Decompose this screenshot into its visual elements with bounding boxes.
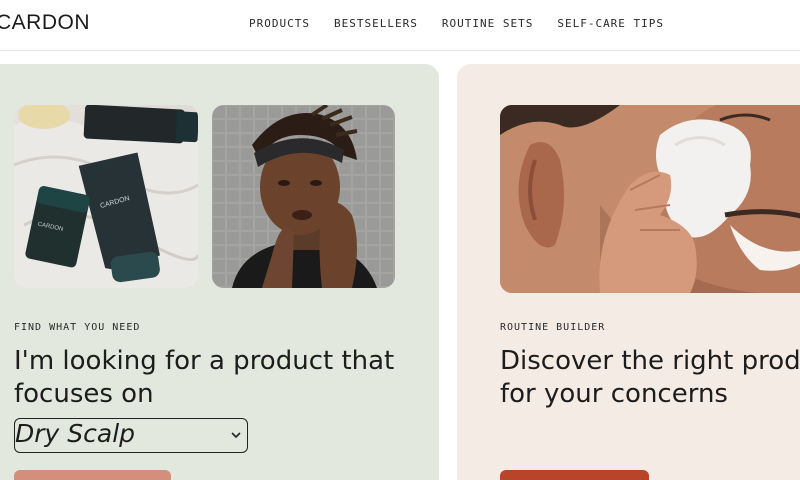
finder-headline-line2: focuses on [14,379,154,409]
nav-item-bestsellers[interactable]: BESTSELLERS [334,17,418,30]
builder-headline-line2: for your concerns [500,379,728,409]
finder-headline-line1: I'm looking for a product that [14,346,395,376]
brand-logo[interactable]: CARDON [0,11,90,35]
nav-item-products[interactable]: PRODUCTS [249,17,310,30]
finder-eyebrow: FIND WHAT YOU NEED [14,322,141,333]
man-shaving-image [500,105,800,293]
nav-item-routine-sets[interactable]: ROUTINE SETS [442,17,533,30]
builder-eyebrow: ROUTINE BUILDER [500,322,606,333]
builder-headline-line1: Discover the right products [500,346,800,376]
start-routine-button[interactable] [500,470,649,480]
routine-builder-card: ROUTINE BUILDER Discover the right produ… [457,64,800,480]
man-applying-product-image [212,105,395,288]
products-image: CARDON CARDON [14,105,198,288]
nav-item-self-care-tips[interactable]: SELF-CARE TIPS [557,17,664,30]
main-nav: PRODUCTS BESTSELLERS ROUTINE SETS SELF-C… [249,17,664,30]
product-finder-card: CARDON CARDON FIND WHAT YOU NEED I'm loo… [0,64,439,480]
chevron-down-icon [231,428,241,442]
concern-select-value: Dry Scalp [15,419,136,448]
site-header: CARDON PRODUCTS BESTSELLERS ROUTINE SETS… [0,0,800,51]
find-products-button[interactable] [14,470,171,480]
concern-select[interactable]: Dry Scalp [14,418,248,453]
